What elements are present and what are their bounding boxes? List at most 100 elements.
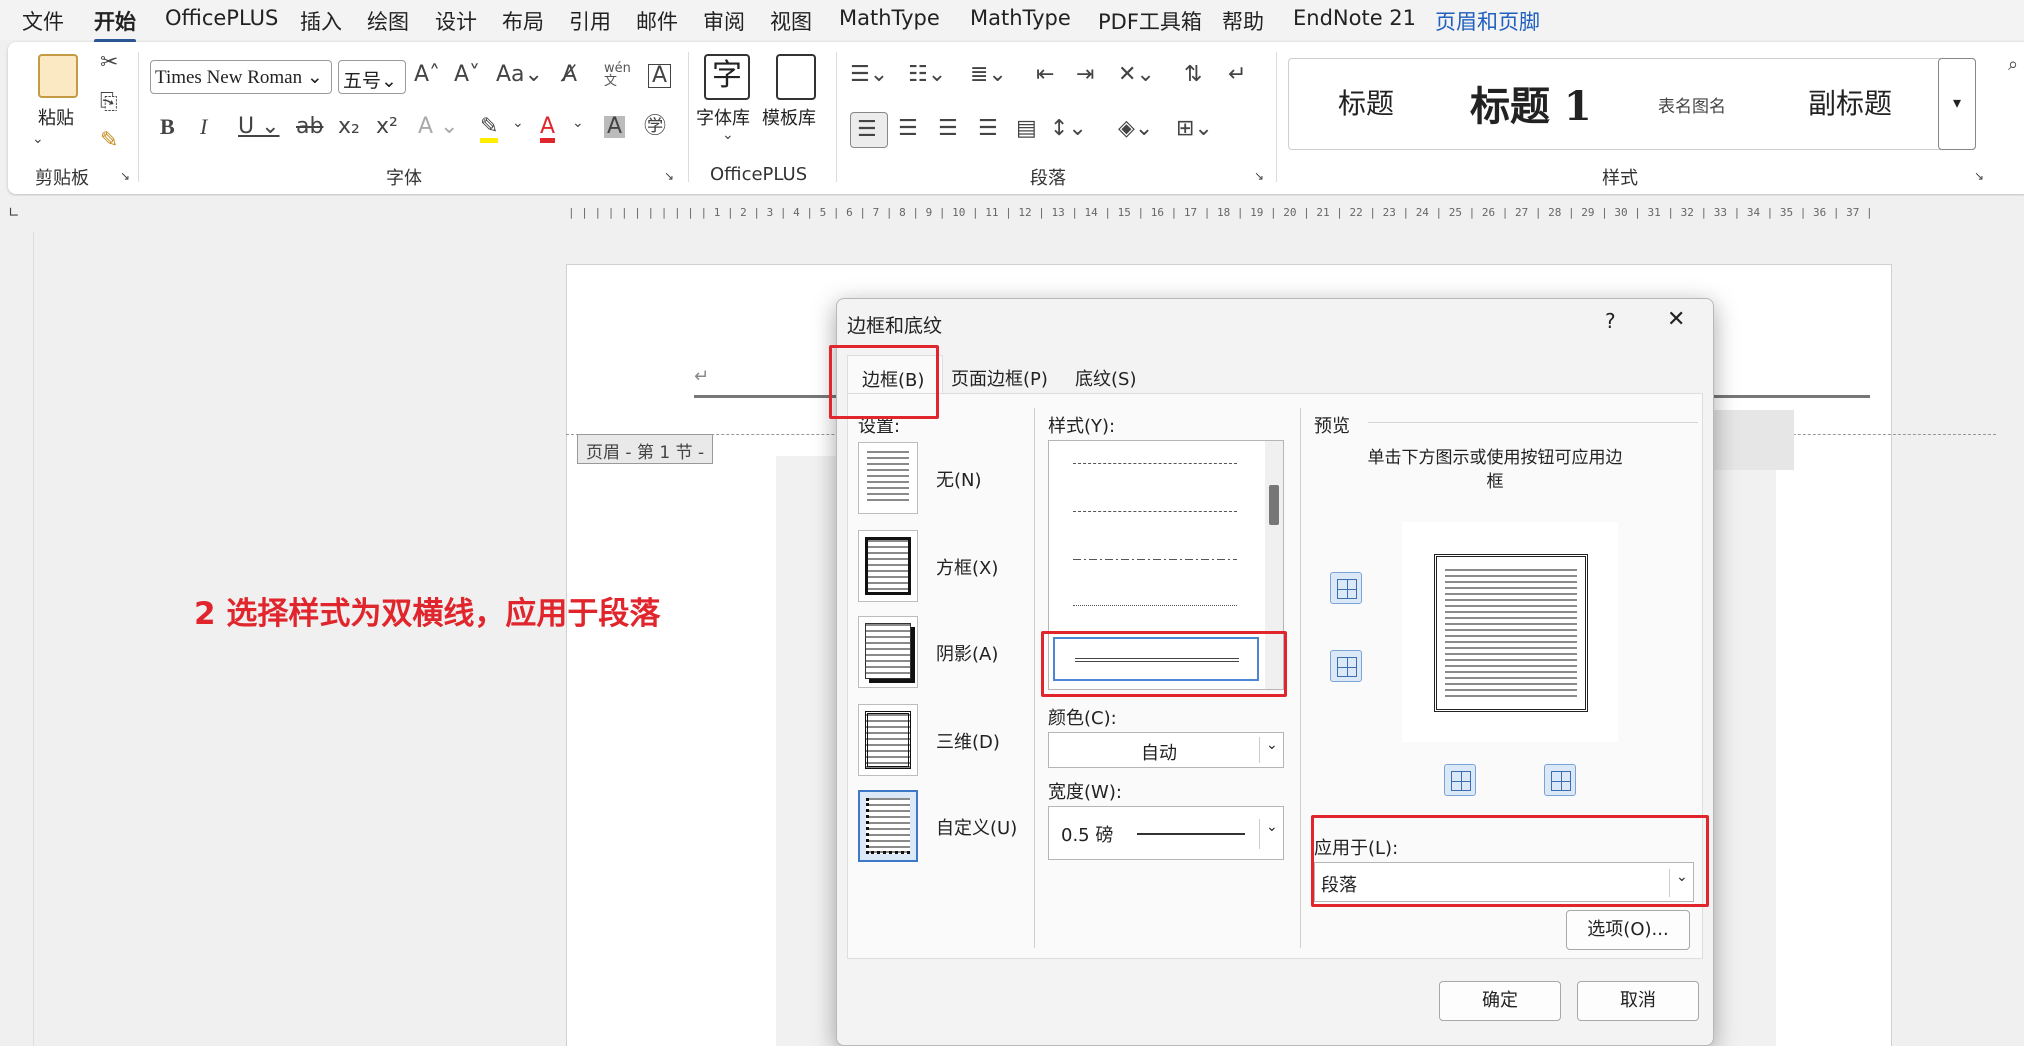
asian-layout-icon[interactable]: ✕⌄ [1118,64,1155,86]
style-heading[interactable]: 标题 [1338,82,1394,122]
tab-review[interactable]: 审阅 [703,6,745,36]
paragraph-launcher-icon[interactable]: ↘ [1254,170,1264,182]
font-size-select[interactable]: 五号⌄ [338,60,406,94]
width-select[interactable]: 0.5 磅 ⌄ [1048,806,1284,860]
template-library-button[interactable]: 模板库 [762,104,816,130]
setting-none[interactable]: 无(N) [936,466,982,492]
tab-view[interactable]: 视图 [770,6,812,36]
bold-icon[interactable]: B [160,116,175,138]
font-name-select[interactable]: Times New Roman ⌄ [150,60,332,94]
align-right-icon[interactable]: ☰ [938,118,958,140]
tab-officeplus[interactable]: OfficePLUS [165,6,278,30]
highlight-icon[interactable]: ✎ [480,116,499,143]
font-library-dropdown-icon[interactable]: ⌄ [722,128,734,142]
preview-area[interactable] [1402,522,1618,742]
setting-3d-thumbnail[interactable] [858,704,918,776]
enclose-char-icon[interactable]: ㊫ [644,116,666,138]
options-button[interactable]: 选项(O)... [1566,910,1690,950]
paste-button[interactable]: 粘贴 [38,104,74,130]
clipboard-launcher-icon[interactable]: ↘ [120,170,130,182]
style-caption[interactable]: 表名图名 [1658,92,1726,117]
tab-mathtype-1[interactable]: MathType [839,6,940,30]
text-effects-icon[interactable]: A ⌄ [418,116,458,138]
line-spacing-icon[interactable]: ↕⌄ [1050,118,1087,140]
copy-icon[interactable]: ⎘ [100,92,118,114]
ok-button[interactable]: 确定 [1439,981,1561,1021]
tab-mathtype-2[interactable]: MathType [970,6,1071,30]
styles-launcher-icon[interactable]: ↘ [1974,170,1984,182]
line-style-option[interactable] [1073,605,1237,606]
cut-icon[interactable]: ✂ [100,52,118,74]
style-subtitle[interactable]: 副标题 [1808,82,1892,122]
tab-insert[interactable]: 插入 [300,6,342,36]
tab-stop-selector-icon[interactable]: ∟ [8,206,20,220]
tab-home[interactable]: 开始 [94,6,136,43]
left-border-icon[interactable] [1444,764,1476,796]
tab-header-footer[interactable]: 页眉和页脚 [1435,6,1540,36]
change-case-icon[interactable]: Aa⌄ [496,64,543,86]
paste-icon[interactable] [38,54,78,98]
bullets-icon[interactable]: ☰⌄ [850,64,888,86]
style-heading-1[interactable]: 标题 1 [1470,74,1592,132]
styles-more-button[interactable]: ▾ [1938,58,1976,150]
font-launcher-icon[interactable]: ↘ [664,170,674,182]
close-button[interactable]: ✕ [1667,307,1685,332]
setting-custom-thumbnail[interactable] [858,790,918,862]
shading-icon[interactable]: ◈⌄ [1118,118,1153,140]
justify-icon[interactable]: ☰ [978,118,998,140]
subscript-icon[interactable]: x₂ [338,116,360,138]
top-border-icon[interactable] [1330,572,1362,604]
borders-icon[interactable]: ⊞⌄ [1176,118,1213,140]
tab-layout[interactable]: 布局 [502,6,544,36]
right-border-icon[interactable] [1544,764,1576,796]
style-scrollbar-thumb[interactable] [1269,485,1279,525]
setting-custom[interactable]: 自定义(U) [936,814,1017,840]
tab-endnote[interactable]: EndNote 21 [1293,6,1416,30]
tab-draw[interactable]: 绘图 [367,6,409,36]
font-library-icon[interactable]: 字 [704,54,750,100]
tab-file[interactable]: 文件 [22,6,64,36]
help-button[interactable]: ? [1605,309,1616,333]
find-icon[interactable]: ⌕ [2008,56,2018,74]
tab-shading[interactable]: 底纹(S) [1075,365,1136,391]
numbering-icon[interactable]: ☷⌄ [908,64,946,86]
setting-none-thumbnail[interactable] [858,442,918,514]
superscript-icon[interactable]: x² [376,116,398,138]
shrink-font-icon[interactable]: A˅ [454,64,480,86]
italic-icon[interactable]: I [200,116,207,138]
cancel-button[interactable]: 取消 [1577,981,1699,1021]
setting-shadow-thumbnail[interactable] [858,616,918,688]
decrease-indent-icon[interactable]: ⇤ [1036,64,1054,86]
setting-3d[interactable]: 三维(D) [936,728,1000,754]
template-library-icon[interactable] [776,54,816,100]
char-border-icon[interactable]: A [648,64,672,88]
setting-shadow[interactable]: 阴影(A) [936,640,998,666]
bottom-border-icon[interactable] [1330,650,1362,682]
highlight-dropdown-icon[interactable]: ⌄ [512,116,524,130]
tab-page-border[interactable]: 页面边框(P) [951,365,1048,391]
line-style-option[interactable] [1073,559,1237,560]
color-select[interactable]: 自动 ⌄ [1048,732,1284,768]
setting-box[interactable]: 方框(X) [936,554,998,580]
paste-dropdown-icon[interactable]: ⌄ [32,132,44,146]
show-marks-icon[interactable]: ↵ [1228,64,1246,86]
grow-font-icon[interactable]: A˄ [414,64,440,86]
line-style-option[interactable] [1073,511,1237,512]
align-left-icon[interactable]: ☰ [850,112,888,148]
tab-design[interactable]: 设计 [435,6,477,36]
tab-pdf-tools[interactable]: PDF工具箱 [1098,6,1202,36]
font-color-dropdown-icon[interactable]: ⌄ [572,116,584,130]
clear-format-icon[interactable]: A̸ [562,64,577,86]
align-center-icon[interactable]: ☰ [898,118,918,140]
underline-icon[interactable]: U ⌄ [238,116,280,138]
multilevel-list-icon[interactable]: ≣⌄ [970,64,1007,86]
sort-icon[interactable]: ⇅ [1184,64,1202,86]
format-painter-icon[interactable]: ✎ [100,130,118,152]
line-style-option[interactable] [1073,463,1237,464]
phonetic-guide-icon[interactable]: wén 文 [604,62,631,88]
tab-references[interactable]: 引用 [569,6,611,36]
font-color-icon[interactable]: A [540,116,556,143]
strikethrough-icon[interactable]: ab [296,116,323,138]
distributed-icon[interactable]: ▤ [1016,118,1037,140]
tab-help[interactable]: 帮助 [1222,6,1264,36]
